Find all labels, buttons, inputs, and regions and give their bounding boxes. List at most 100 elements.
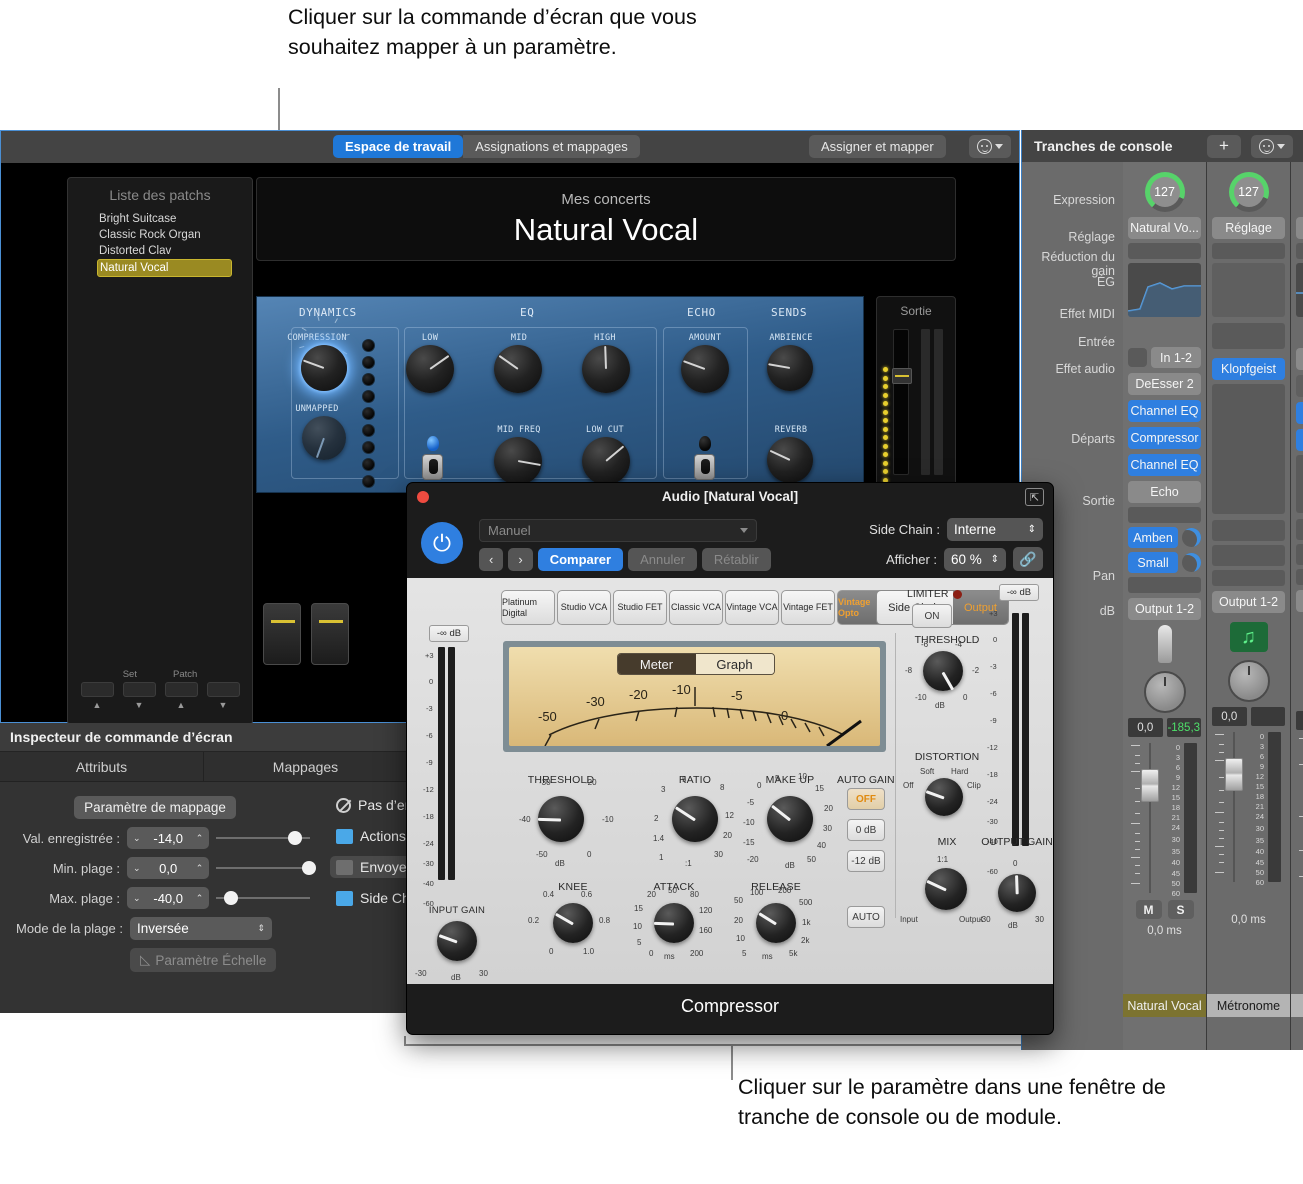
auto-gain-0db-button[interactable]: 0 dB	[847, 819, 885, 841]
expression-knob[interactable]: 127	[1144, 172, 1185, 212]
model-vintage-vca[interactable]: Vintage VCA	[725, 590, 779, 625]
knob-make-up[interactable]: MAKE UP	[762, 774, 818, 847]
tab-espace-de-travail[interactable]: Espace de travail	[333, 135, 464, 158]
audio-fx-slot[interactable]: C	[1296, 429, 1303, 451]
assign-and-map-button[interactable]: Assigner et mapper	[809, 135, 946, 158]
link-icon[interactable]: 🔗	[1013, 547, 1043, 571]
knob-distortion[interactable]	[925, 778, 963, 816]
send-empty-slot[interactable]	[1212, 570, 1285, 586]
output-button[interactable]: Output 1-2	[1128, 598, 1201, 620]
send-slot[interactable]: Amben	[1128, 527, 1178, 548]
chevron-up-icon[interactable]: ⌃	[196, 863, 204, 874]
model-classic-vca[interactable]: Classic VCA	[669, 590, 723, 625]
input-button[interactable]: C	[1296, 348, 1303, 370]
setting-slot[interactable]	[1212, 243, 1285, 259]
fader-track[interactable]	[1225, 732, 1243, 882]
eq-display[interactable]	[1128, 263, 1201, 317]
setting-slot[interactable]	[1128, 243, 1201, 259]
redo-button[interactable]: Rétablir	[701, 548, 771, 571]
compressor-model-selector[interactable]: Platinum Digital Studio VCA Studio FET C…	[501, 590, 891, 625]
volume-value[interactable]: -185,3	[1166, 718, 1201, 737]
output-button[interactable]: O	[1296, 590, 1303, 612]
send-empty-slot[interactable]	[1296, 544, 1303, 565]
set-down-button[interactable]	[122, 682, 156, 697]
eq-toggle-switch[interactable]	[422, 454, 443, 480]
model-studio-vca[interactable]: Studio VCA	[557, 590, 611, 625]
channel-name-button[interactable]: Natural Vo...	[1128, 217, 1201, 239]
volume-value[interactable]	[1250, 707, 1285, 726]
pan-value[interactable]: 0,0	[1128, 718, 1163, 737]
channel-strip-1[interactable]: 127 Natural Vo... In 1-2 DeEsser 2 Chann…	[1123, 162, 1207, 1050]
toolbar-action-menu[interactable]	[969, 135, 1011, 158]
power-icon[interactable]: ⏻	[421, 522, 463, 564]
list-item[interactable]: Distorted Clav	[68, 243, 252, 259]
audio-fx-slot[interactable]: DeEsser 2	[1128, 373, 1201, 395]
knob-reverb[interactable]	[767, 437, 813, 483]
knob-release[interactable]: RELEASE	[751, 881, 801, 948]
knob-attack[interactable]: ATTACK	[649, 881, 699, 948]
model-platinum-digital[interactable]: Platinum Digital	[501, 590, 555, 625]
audio-fx-empty-slot[interactable]	[1212, 384, 1285, 514]
knob-threshold[interactable]: THRESHOLD	[528, 774, 594, 847]
channel-strip-3[interactable]: 0. C C O 0	[1291, 162, 1303, 1050]
send-level-knob[interactable]	[1182, 528, 1201, 547]
list-item[interactable]: Bright Suitcase	[68, 211, 252, 227]
fader-handle[interactable]	[1141, 769, 1159, 802]
model-studio-fet[interactable]: Studio FET	[613, 590, 667, 625]
preset-select[interactable]: Manuel	[479, 519, 757, 542]
recorded-value-stepper[interactable]: ⌄ -14,0 ⌃	[127, 827, 210, 849]
popout-icon[interactable]: ⇱	[1025, 488, 1044, 506]
expression-knob[interactable]: 127	[1228, 172, 1269, 212]
next-preset-button[interactable]: ›	[508, 548, 533, 571]
track-name-label[interactable]: Métronome	[1207, 994, 1290, 1017]
auto-button[interactable]: AUTO	[847, 906, 885, 928]
fader-handle[interactable]	[1225, 758, 1243, 791]
display-select[interactable]: 60 % ⇕	[944, 547, 1006, 571]
close-icon[interactable]	[417, 491, 429, 503]
audio-fx-slot[interactable]	[1296, 375, 1303, 397]
knob-mix[interactable]	[920, 863, 972, 915]
audio-fx-empty-slot[interactable]	[1128, 507, 1201, 523]
slider-thumb[interactable]	[288, 831, 303, 845]
solo-button[interactable]: S	[1167, 900, 1194, 919]
audio-fx-slot[interactable]: Compressor	[1128, 427, 1201, 449]
tab-mappages[interactable]: Mappages	[204, 752, 408, 781]
list-item[interactable]: Classic Rock Organ	[68, 227, 252, 243]
scale-parameter-button[interactable]: ◺ Paramètre Échelle	[130, 948, 277, 972]
knob-output-gain[interactable]	[993, 869, 1041, 917]
channel-name-button[interactable]: 0.	[1296, 217, 1303, 239]
pedal-1[interactable]	[263, 603, 301, 665]
min-range-slider[interactable]	[216, 857, 317, 879]
chevron-down-icon[interactable]: ⌄	[133, 833, 141, 844]
knob-mid-freq[interactable]	[494, 437, 542, 485]
fader-track[interactable]	[1141, 743, 1159, 893]
knob-low[interactable]	[406, 345, 454, 393]
knob-knee[interactable]: KNEE	[548, 881, 598, 948]
pan-value[interactable]: 0,0	[1212, 707, 1247, 726]
auto-gain-off-button[interactable]: OFF	[847, 788, 885, 810]
send-empty-slot[interactable]	[1296, 519, 1303, 540]
auto-gain-minus12db-button[interactable]: -12 dB	[847, 850, 885, 872]
send-empty-slot[interactable]	[1212, 520, 1285, 541]
channel-name-button[interactable]: Réglage	[1212, 217, 1285, 239]
chevron-down-icon[interactable]: ⌄	[133, 863, 141, 874]
undo-button[interactable]: Annuler	[628, 548, 697, 571]
pedal-2[interactable]	[311, 603, 349, 665]
knob-ratio[interactable]: RATIO	[667, 774, 723, 847]
knob-amount[interactable]	[681, 345, 729, 393]
prev-preset-button[interactable]: ‹	[479, 548, 504, 571]
max-range-slider[interactable]	[216, 887, 310, 909]
pan-knob[interactable]	[1143, 671, 1186, 713]
knob-unmapped[interactable]	[302, 416, 346, 460]
max-range-stepper[interactable]: ⌄ -40,0 ⌃	[127, 887, 210, 909]
output-meter-label[interactable]: -∞ dB	[999, 584, 1039, 601]
audio-fx-empty-slot[interactable]	[1296, 455, 1303, 513]
list-item-selected[interactable]: Natural Vocal	[97, 259, 232, 277]
eq-display[interactable]	[1296, 263, 1303, 317]
chevron-up-icon[interactable]: ⌃	[196, 833, 204, 844]
send-empty-slot[interactable]	[1128, 577, 1201, 593]
track-name-label[interactable]: S	[1291, 994, 1303, 1017]
slider-thumb[interactable]	[224, 891, 239, 905]
knob-ambience[interactable]	[767, 345, 813, 391]
recorded-value-slider[interactable]	[216, 827, 310, 849]
